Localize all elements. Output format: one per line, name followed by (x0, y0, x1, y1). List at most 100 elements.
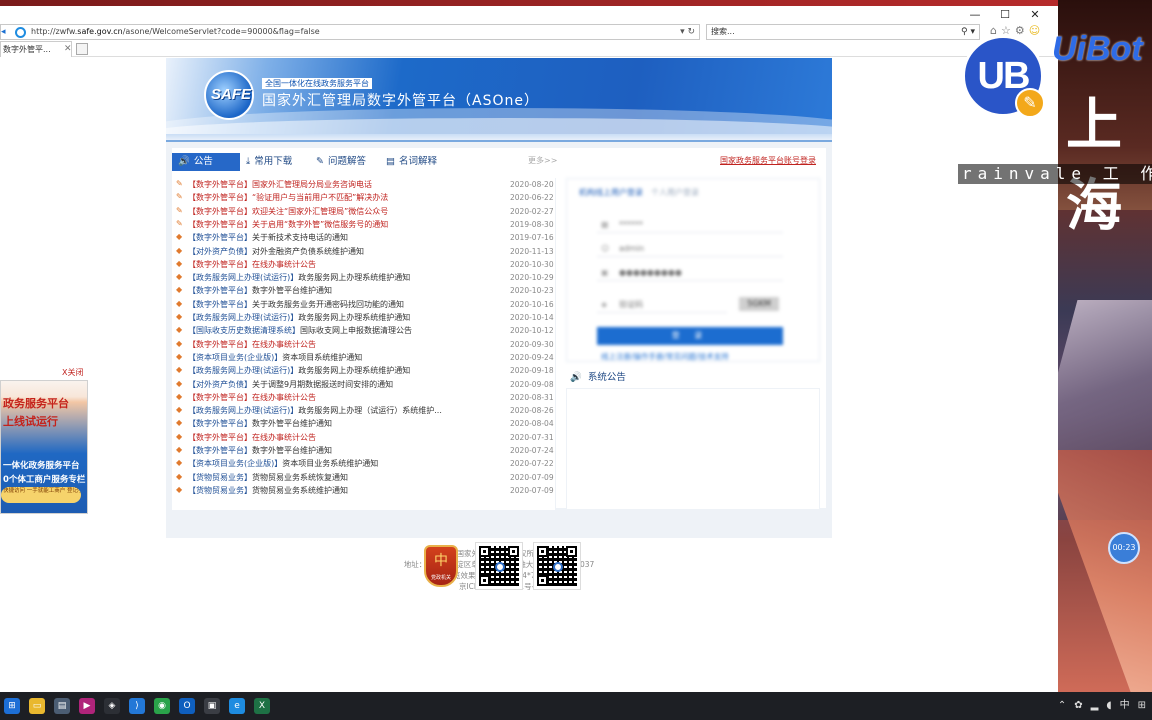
news-title[interactable]: 【数字外管平台】数字外管平台维护通知 (188, 284, 468, 297)
news-item[interactable]: ◆ 【数字外管平台】在线办事统计公告 2020-08-31 (176, 391, 554, 404)
terminal-icon[interactable]: ▣ (204, 698, 220, 714)
party-gov-badge-icon[interactable]: 中党政机关 (424, 545, 458, 587)
news-item[interactable]: ◆ 【数字外管平台】在线办事统计公告 2020-09-30 (176, 338, 554, 351)
news-title[interactable]: 【数字外管平台】国家外汇管理局分局业务咨询电话 (188, 178, 468, 191)
file-explorer-icon[interactable]: ▭ (29, 698, 45, 714)
news-item[interactable]: ◆ 【对外资产负债】对外金融资产负债系统维护通知 2020-11-13 (176, 245, 554, 258)
news-item[interactable]: ✎ 【数字外管平台】“验证用户与当前用户不匹配”解决办法 2020-06-22 (176, 191, 554, 204)
settings-gear-icon[interactable]: ⚙ (1015, 24, 1025, 37)
network-icon[interactable]: ▂ (1091, 698, 1099, 714)
tab-personal-login[interactable]: 个人用户登录 (651, 188, 699, 197)
outlook-icon[interactable]: O (179, 698, 195, 714)
volume-icon[interactable]: ◖ (1106, 698, 1111, 714)
news-item[interactable]: ✎ 【数字外管平台】关于启用“数字外管”微信服务号的通知 2019-08-30 (176, 218, 554, 231)
news-title[interactable]: 【对外资产负债】关于调整9月期数据报送时间安排的通知 (188, 378, 468, 391)
news-item[interactable]: ◆ 【数字外管平台】数字外管平台维护通知 2020-07-24 (176, 444, 554, 457)
news-title[interactable]: 【数字外管平台】“验证用户与当前用户不匹配”解决办法 (188, 191, 468, 204)
tab-glossary[interactable]: ▤ 名词解释 (386, 153, 437, 171)
url-text[interactable]: http://zwfw.safe.gov.cn/asone/WelcomeSer… (31, 25, 320, 39)
password-field[interactable]: ▣ ●●●●●●●●● (597, 265, 783, 281)
news-title[interactable]: 【资本项目业务(企业版)】资本项目系统维护通知 (188, 351, 468, 364)
close-button[interactable]: ✕ (1020, 8, 1050, 22)
back-arrow-icon[interactable]: ◂ (1, 25, 11, 39)
tray-up-icon[interactable]: ⌃ (1058, 698, 1066, 714)
news-title[interactable]: 【资本项目业务(企业版)】资本项目业务系统维护通知 (188, 457, 468, 470)
wechat-icon[interactable]: ◉ (154, 698, 170, 714)
news-title[interactable]: 【数字外管平台】在线办事统计公告 (188, 431, 468, 444)
new-tab-button[interactable] (76, 43, 88, 55)
login-help-links[interactable]: 线上注册/操作手册/常见问题/技术支持 (601, 351, 729, 362)
tab-org-login[interactable]: 机构线上用户登录 (579, 188, 643, 197)
tab-downloads[interactable]: ⤓ 常用下载 (246, 153, 292, 171)
login-tabs[interactable]: 机构线上用户登录 个人用户登录 (579, 187, 699, 198)
minimize-button[interactable]: — (960, 8, 990, 22)
news-item[interactable]: ◆ 【国际收支历史数据清理系统】国际收支网上申报数据清理公告 2020-10-12 (176, 324, 554, 337)
news-item[interactable]: ◆ 【资本项目业务(企业版)】资本项目业务系统维护通知 2020-07-22 (176, 457, 554, 470)
tray-app-icon[interactable]: ✿ (1074, 698, 1082, 714)
news-item[interactable]: ◆ 【政务服务网上办理(试运行)】政务服务网上办理（试运行）系统维护... 2020… (176, 404, 554, 417)
news-item[interactable]: ◆ 【数字外管平台】关于政务服务业务开通密码找回功能的通知 2020-10-16 (176, 298, 554, 311)
news-title[interactable]: 【数字外管平台】关于新技术支持电话的通知 (188, 231, 468, 244)
org-code-field[interactable]: ▦ ****** (597, 217, 783, 233)
smiley-icon[interactable]: ☺ (1029, 24, 1040, 37)
news-item[interactable]: ◆ 【政务服务网上办理(试运行)】政务服务网上办理系统维护通知 2020-09-18 (176, 364, 554, 377)
news-item[interactable]: ◆ 【对外资产负债】关于调整9月期数据报送时间安排的通知 2020-09-08 (176, 378, 554, 391)
news-item[interactable]: ◆ 【资本项目业务(企业版)】资本项目系统维护通知 2020-09-24 (176, 351, 554, 364)
news-title[interactable]: 【数字外管平台】关于启用“数字外管”微信服务号的通知 (188, 218, 468, 231)
ime-icon[interactable]: ⊞ (1138, 698, 1146, 714)
news-title[interactable]: 【数字外管平台】关于政务服务业务开通密码找回功能的通知 (188, 298, 468, 311)
news-item[interactable]: ◆ 【货物贸易业务】货物贸易业务系统恢复通知 2020-07-09 (176, 471, 554, 484)
gov-platform-login-link[interactable]: 国家政务服务平台账号登录 (720, 155, 816, 166)
tab-close-icon[interactable]: ✕ (64, 42, 71, 57)
media-icon[interactable]: ▶ (79, 698, 95, 714)
app-icon[interactable]: ▤ (54, 698, 70, 714)
news-title[interactable]: 【政务服务网上办理(试运行)】政务服务网上办理系统维护通知 (188, 271, 468, 284)
captcha-field[interactable]: ◈ 验证码 (597, 297, 727, 313)
search-box[interactable]: 搜索... ⚲ ▾ (706, 24, 980, 40)
news-item[interactable]: ◆ 【货物贸易业务】货物贸易业务系统维护通知 2020-07-09 (176, 484, 554, 497)
news-item[interactable]: ◆ 【数字外管平台】数字外管平台维护通知 2020-08-04 (176, 417, 554, 430)
float-ad-close[interactable]: X关闭 (62, 367, 83, 378)
refresh-icon[interactable]: ▾ ↻ (680, 25, 695, 39)
news-title[interactable]: 【货物贸易业务】货物贸易业务系统维护通知 (188, 484, 468, 497)
search-input[interactable]: 搜索... (711, 25, 735, 39)
address-bar[interactable]: ◂ http://zwfw.safe.gov.cn/asone/WelcomeS… (0, 24, 700, 40)
news-title[interactable]: 【货物贸易业务】货物贸易业务系统恢复通知 (188, 471, 468, 484)
vscode-icon[interactable]: ⟩ (129, 698, 145, 714)
news-title[interactable]: 【数字外管平台】数字外管平台维护通知 (188, 444, 468, 457)
search-icon[interactable]: ⚲ ▾ (961, 25, 975, 39)
news-title[interactable]: 【国际收支历史数据清理系统】国际收支网上申报数据清理公告 (188, 324, 468, 337)
shield-app-icon[interactable]: ◈ (104, 698, 120, 714)
news-item[interactable]: ◆ 【数字外管平台】在线办事统计公告 2020-10-30 (176, 258, 554, 271)
news-title[interactable]: 【政务服务网上办理(试运行)】政务服务网上办理系统维护通知 (188, 364, 468, 377)
news-title[interactable]: 【对外资产负债】对外金融资产负债系统维护通知 (188, 245, 468, 258)
news-item[interactable]: ◆ 【政务服务网上办理(试运行)】政务服务网上办理系统维护通知 2020-10-29 (176, 271, 554, 284)
float-ad[interactable]: 政务服务平台 上线试运行 一体化政务服务平台 0个体工商户服务专栏 快捷访问 一… (0, 380, 88, 514)
recording-timer[interactable]: 00:23 (1108, 532, 1140, 564)
news-title[interactable]: 【政务服务网上办理(试运行)】政务服务网上办理系统维护通知 (188, 311, 468, 324)
captcha-image[interactable]: 5GKM (739, 297, 779, 311)
input-language[interactable]: 中 (1120, 698, 1130, 714)
browser-tab[interactable]: 数字外管平... ✕ (0, 41, 72, 57)
maximize-button[interactable]: ☐ (990, 8, 1020, 22)
login-button[interactable]: 登 录 (597, 327, 783, 345)
tab-faq[interactable]: ✎ 问题解答 (316, 153, 366, 171)
more-link[interactable]: 更多>> (528, 155, 557, 166)
news-title[interactable]: 【政务服务网上办理(试运行)】政务服务网上办理（试运行）系统维护... (188, 404, 468, 417)
news-title[interactable]: 【数字外管平台】在线办事统计公告 (188, 338, 468, 351)
news-title[interactable]: 【数字外管平台】数字外管平台维护通知 (188, 417, 468, 430)
news-item[interactable]: ◆ 【数字外管平台】在线办事统计公告 2020-07-31 (176, 431, 554, 444)
news-item[interactable]: ✎ 【数字外管平台】国家外汇管理局分局业务咨询电话 2020-08-20 (176, 178, 554, 191)
news-title[interactable]: 【数字外管平台】欢迎关注“国家外汇管理局”微信公众号 (188, 205, 468, 218)
start-icon[interactable]: ⊞ (4, 698, 20, 714)
tab-announcements[interactable]: 🔊 公告 (172, 153, 240, 171)
news-title[interactable]: 【数字外管平台】在线办事统计公告 (188, 391, 468, 404)
ie-taskbar-icon[interactable]: e (229, 698, 245, 714)
username-field[interactable]: ☺ admin (597, 241, 783, 257)
news-item[interactable]: ◆ 【政务服务网上办理(试运行)】政务服务网上办理系统维护通知 2020-10-14 (176, 311, 554, 324)
excel-icon[interactable]: X (254, 698, 270, 714)
news-title[interactable]: 【数字外管平台】在线办事统计公告 (188, 258, 468, 271)
news-item[interactable]: ✎ 【数字外管平台】欢迎关注“国家外汇管理局”微信公众号 2020-02-27 (176, 205, 554, 218)
news-item[interactable]: ◆ 【数字外管平台】关于新技术支持电话的通知 2019-07-16 (176, 231, 554, 244)
news-item[interactable]: ◆ 【数字外管平台】数字外管平台维护通知 2020-10-23 (176, 284, 554, 297)
